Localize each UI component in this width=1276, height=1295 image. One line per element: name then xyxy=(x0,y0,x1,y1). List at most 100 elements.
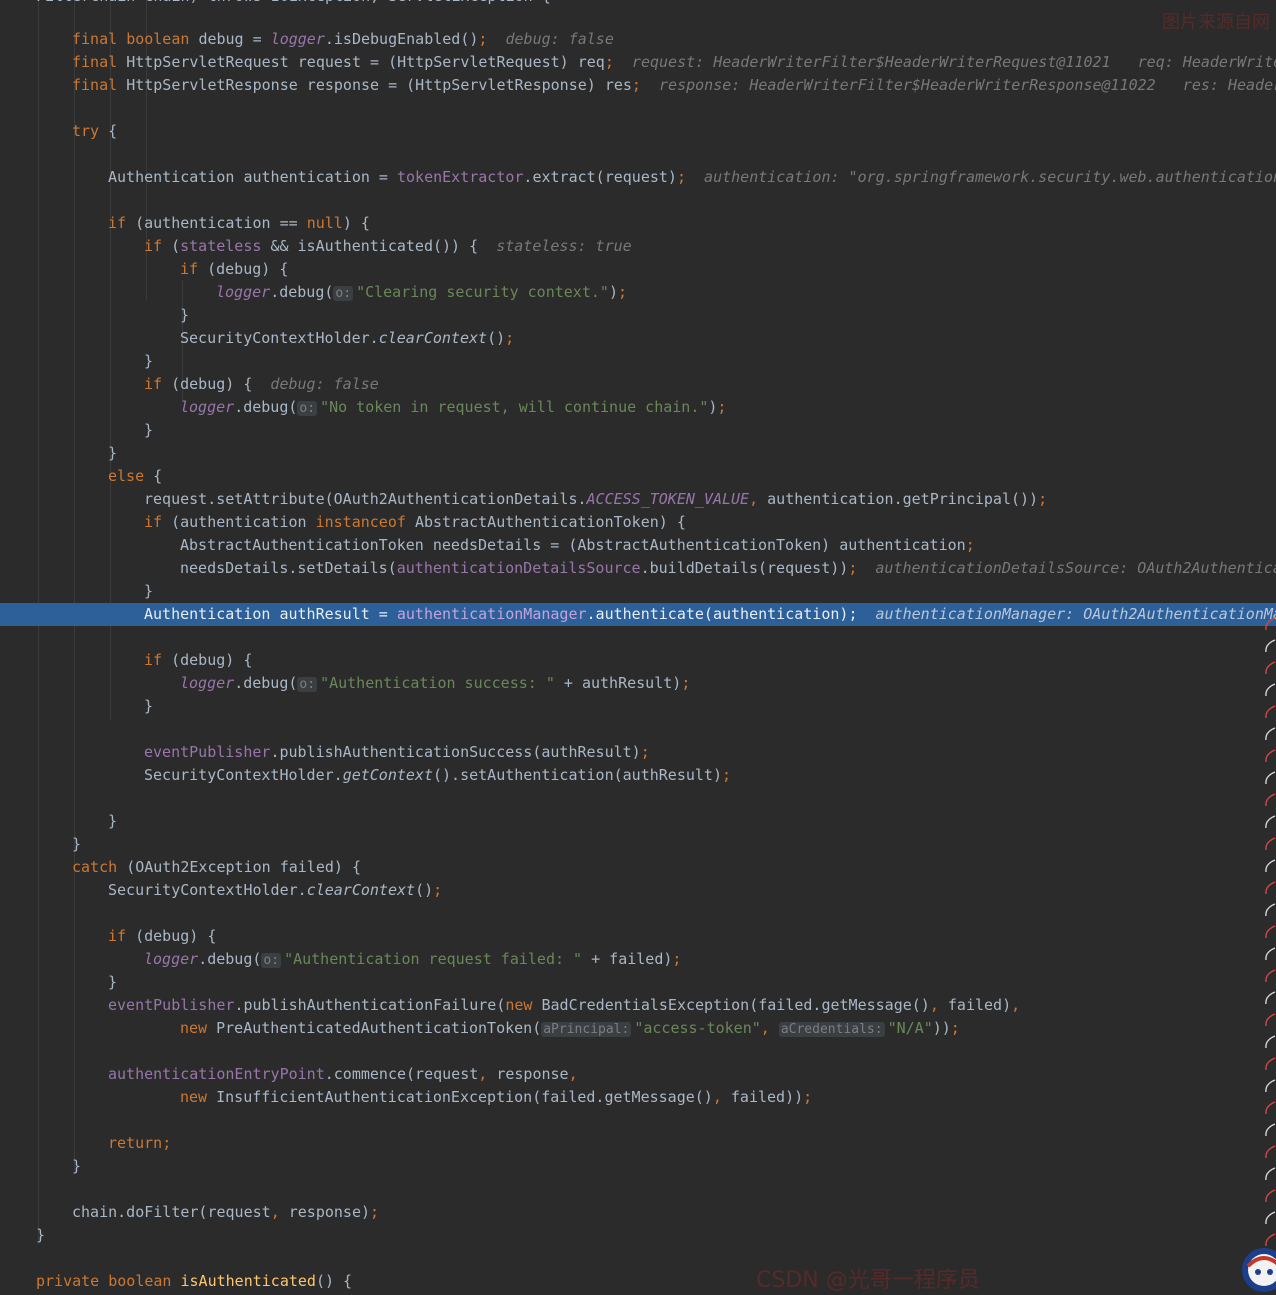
code-line[interactable]: request.setAttribute(OAuth2Authenticatio… xyxy=(0,488,1047,511)
code-token: , xyxy=(712,1088,731,1106)
code-line[interactable]: if (debug) { debug: false xyxy=(0,373,379,396)
code-token: FilterChain chain) throws IOException, S… xyxy=(36,0,551,5)
code-line[interactable]: if (debug) { xyxy=(0,925,216,948)
code-line[interactable]: logger.debug(o: "Clearing security contex… xyxy=(0,281,627,304)
parameter-hint: o: xyxy=(261,953,282,968)
code-token: { xyxy=(108,122,118,140)
code-line[interactable]: } xyxy=(0,304,189,327)
current-execution-line[interactable]: Authentication authResult = authenticati… xyxy=(0,603,1276,626)
code-line[interactable]: final HttpServletRequest request = (Http… xyxy=(0,51,1276,74)
scroll-marker xyxy=(1265,1013,1276,1027)
code-line[interactable]: if (authentication == null) { xyxy=(0,212,370,235)
parameter-hint: o: xyxy=(333,286,354,301)
scroll-marker xyxy=(1265,859,1276,873)
code-line[interactable]: eventPublisher.publishAuthenticationSucc… xyxy=(0,741,650,764)
code-line[interactable]: eventPublisher.publishAuthenticationFail… xyxy=(0,994,1020,1017)
code-token: response) xyxy=(288,1203,371,1221)
code-line[interactable]: new InsufficientAuthenticationException(… xyxy=(0,1086,812,1109)
scroll-marker xyxy=(1265,727,1276,741)
code-token: ; xyxy=(721,766,732,784)
code-token: ; xyxy=(950,1019,960,1037)
code-line[interactable]: Authentication authentication = tokenExt… xyxy=(0,166,1276,189)
code-token: ; xyxy=(631,76,641,94)
code-line[interactable]: needsDetails.setDetails(authenticationDe… xyxy=(0,557,1276,580)
code-token: (debug) { xyxy=(171,375,253,393)
code-token: ; xyxy=(965,536,975,554)
code-line[interactable]: } xyxy=(0,833,81,856)
scroll-marker xyxy=(1265,837,1276,851)
code-editor[interactable]: FilterChain chain) throws IOException, S… xyxy=(0,0,1276,1295)
code-line[interactable]: try { xyxy=(0,120,117,143)
code-line[interactable]: } xyxy=(0,419,153,442)
code-line[interactable]: return; xyxy=(0,1132,171,1155)
code-line[interactable]: else { xyxy=(0,465,162,488)
code-line[interactable]: FilterChain chain) throws IOException, S… xyxy=(0,0,551,8)
code-line[interactable]: final boolean debug = logger.isDebugEnab… xyxy=(0,28,614,51)
code-line[interactable]: } xyxy=(0,442,117,465)
scroll-marker xyxy=(1265,1079,1276,1093)
code-line[interactable]: SecurityContextHolder.clearContext(); xyxy=(0,879,442,902)
code-line[interactable]: if (debug) { xyxy=(0,258,288,281)
code-token: logger xyxy=(144,950,199,968)
code-line[interactable]: } xyxy=(0,580,153,603)
code-token: new xyxy=(180,1088,217,1106)
code-token: { xyxy=(153,467,163,485)
code-line[interactable]: if (authentication instanceof AbstractAu… xyxy=(0,511,686,534)
code-token: return xyxy=(108,1134,163,1152)
code-line[interactable]: SecurityContextHolder.clearContext(); xyxy=(0,327,514,350)
code-token: if xyxy=(180,260,208,278)
code-line[interactable]: AbstractAuthenticationToken needsDetails… xyxy=(0,534,975,557)
code-line[interactable]: if (debug) { xyxy=(0,649,252,672)
code-token: ; xyxy=(617,283,627,301)
code-token: () { xyxy=(315,1272,353,1290)
scroll-marker xyxy=(1265,947,1276,961)
code-token: ; xyxy=(803,1088,813,1106)
code-line[interactable]: } xyxy=(0,1155,81,1178)
code-token: logger xyxy=(180,398,235,416)
scroll-marker xyxy=(1265,991,1276,1005)
code-token: final xyxy=(72,53,127,71)
code-token: authentication.getPrincipal()) xyxy=(767,490,1039,508)
code-line[interactable]: private boolean isAuthenticated() { xyxy=(0,1270,352,1293)
code-token: ) { xyxy=(342,214,370,232)
code-line[interactable]: } xyxy=(0,810,117,833)
code-line[interactable]: logger.debug(o: "Authentication request f… xyxy=(0,948,681,971)
scroll-marker xyxy=(1265,1057,1276,1071)
code-token: } xyxy=(144,697,154,715)
code-token: else xyxy=(108,467,154,485)
code-token: instanceof xyxy=(315,513,415,531)
code-token: HttpServletResponse response = (HttpServ… xyxy=(126,76,632,94)
code-line[interactable]: } xyxy=(0,971,117,994)
code-line[interactable]: SecurityContextHolder.getContext().setAu… xyxy=(0,764,731,787)
code-line[interactable]: chain.doFilter(request, response); xyxy=(0,1201,379,1224)
scroll-marker xyxy=(1265,1233,1276,1247)
code-line[interactable]: if (stateless && isAuthenticated()) { st… xyxy=(0,235,632,258)
code-token: (authentication xyxy=(171,513,316,531)
code-line[interactable]: logger.debug(o: "No token in request, wil… xyxy=(0,396,726,419)
code-token: )) xyxy=(932,1019,951,1037)
code-token: isAuthenticated xyxy=(180,1272,316,1290)
code-line[interactable]: catch (OAuth2Exception failed) { xyxy=(0,856,361,879)
scroll-marker xyxy=(1265,969,1276,983)
code-token: } xyxy=(72,835,82,853)
code-line[interactable]: logger.debug(o: "Authentication success: … xyxy=(0,672,690,695)
scroll-marker xyxy=(1265,771,1276,785)
code-token: SecurityContextHolder. xyxy=(108,881,307,899)
code-token: if xyxy=(144,513,172,531)
scroll-marker xyxy=(1265,683,1276,697)
code-token: getContext xyxy=(342,766,433,784)
code-token: BadCredentialsException(failed.getMessag… xyxy=(541,996,930,1014)
code-line[interactable]: new PreAuthenticatedAuthenticationToken(… xyxy=(0,1017,960,1040)
code-line[interactable]: } xyxy=(0,350,153,373)
code-line[interactable]: } xyxy=(0,1224,45,1247)
code-token: ; xyxy=(370,1203,380,1221)
code-token: logger xyxy=(180,674,235,692)
code-token: null xyxy=(306,214,343,232)
scrollbar-markers[interactable] xyxy=(1262,612,1276,1252)
watermark-bottom: CSDN @光哥一程序员 xyxy=(756,1268,980,1293)
code-line[interactable]: final HttpServletResponse response = (Ht… xyxy=(0,74,1276,97)
code-line[interactable]: authenticationEntryPoint.commence(reques… xyxy=(0,1063,578,1086)
code-line[interactable]: } xyxy=(0,695,153,718)
code-token: stateless xyxy=(180,237,271,255)
code-token: ; xyxy=(717,398,727,416)
